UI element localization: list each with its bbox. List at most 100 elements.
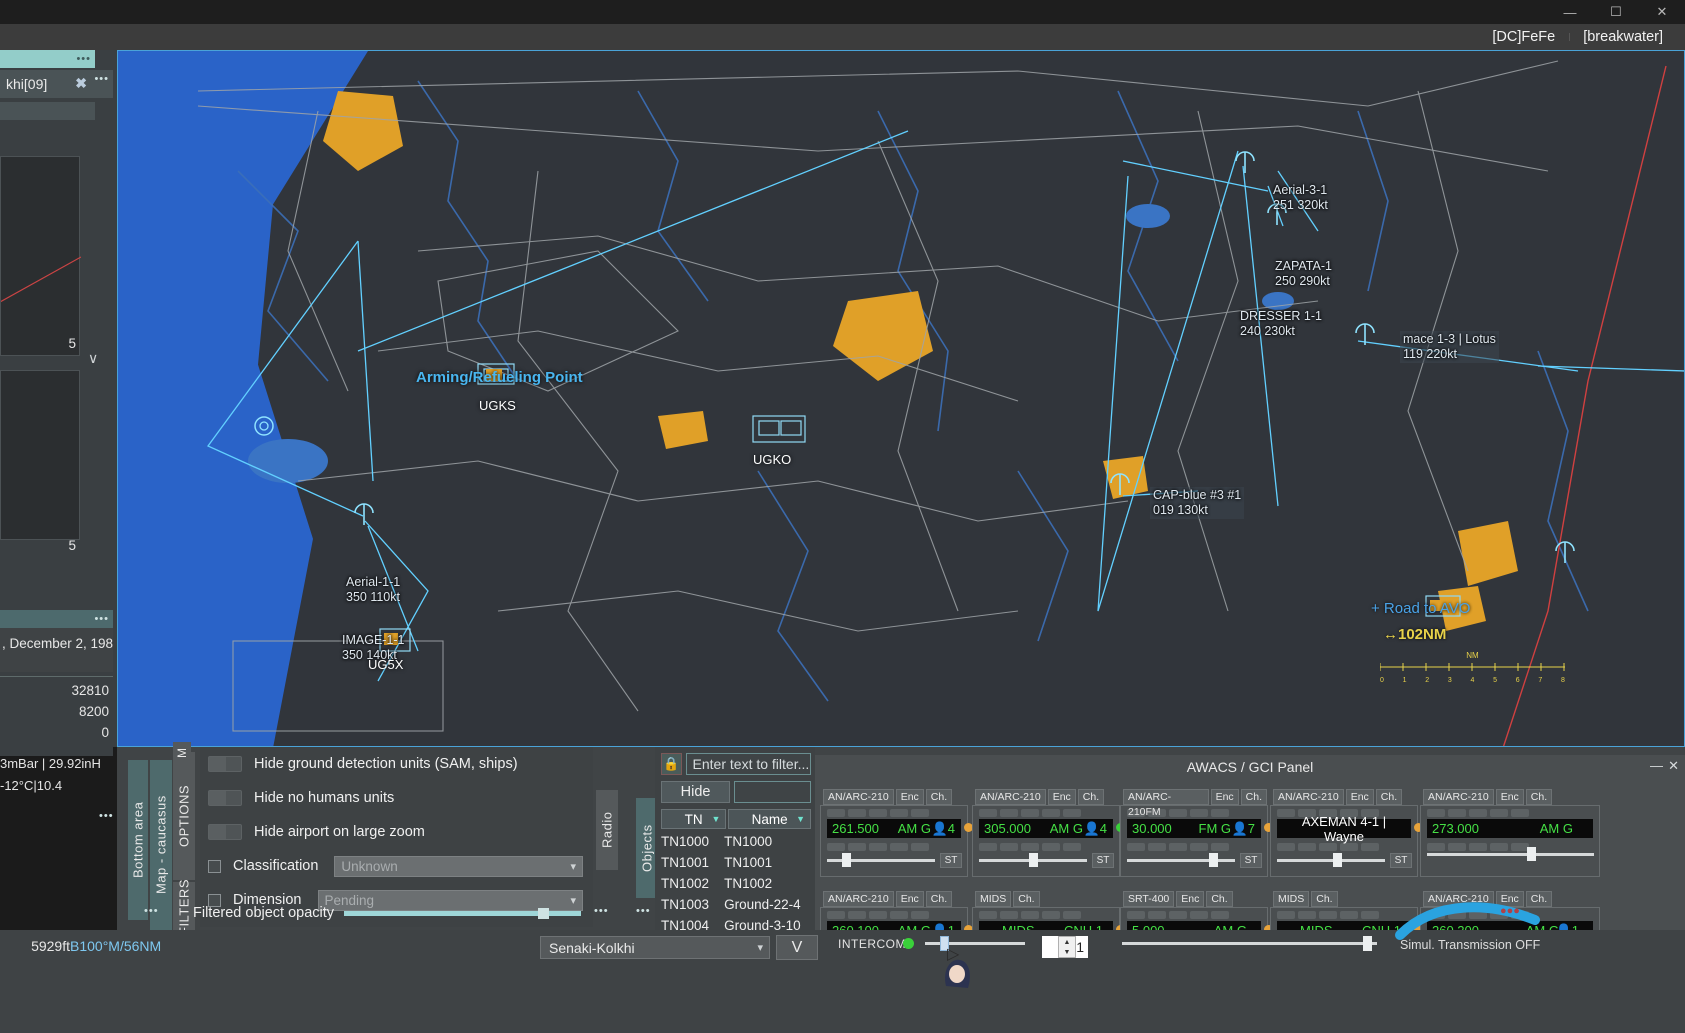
radio-buttons-4[interactable]: [1421, 806, 1599, 817]
column-header-tn[interactable]: TN ▼: [661, 809, 726, 829]
panel-menu-dots-5[interactable]: •••: [594, 905, 609, 917]
radio-buttons-5[interactable]: [821, 908, 967, 919]
toggle-row-hide-airport[interactable]: Hide airport on large zoom: [200, 815, 593, 849]
toggle-hide-airport[interactable]: [208, 824, 242, 840]
radio-enc-1[interactable]: Enc: [1048, 789, 1076, 805]
airfield-dropdown[interactable]: Senaki-Kolkhi: [540, 936, 770, 959]
radio-st-button-0[interactable]: ST: [940, 853, 962, 868]
master-volume-knob[interactable]: [1363, 936, 1372, 951]
sort-arrow-icon[interactable]: ▼: [711, 814, 720, 824]
radio-buttons-4b[interactable]: [1421, 840, 1599, 851]
radio-unit-3[interactable]: AN/ARC-210 Enc Ch. AXEMAN 4-1 | Wayne ST: [1270, 805, 1418, 877]
radio-buttons-0[interactable]: [821, 806, 967, 817]
radio-st-button-1[interactable]: ST: [1092, 853, 1114, 868]
radio-ch-5[interactable]: Ch.: [926, 891, 952, 907]
panel-menu-dots-4[interactable]: •••: [144, 905, 159, 917]
vtab-radio[interactable]: Radio: [596, 790, 618, 870]
toggle-row-hide-no-humans[interactable]: Hide no humans units: [200, 781, 593, 815]
radio-st-button-2[interactable]: ST: [1240, 853, 1262, 868]
radio-ch-8[interactable]: Ch.: [1311, 891, 1337, 907]
radio-enc-5[interactable]: Enc: [896, 891, 924, 907]
panel-menu-dots-7[interactable]: •••: [99, 810, 114, 822]
objects-hide-button[interactable]: Hide: [661, 781, 730, 803]
player-entry-0[interactable]: [DC]FeFe: [1478, 29, 1569, 45]
radio-ch-7[interactable]: Ch.: [1206, 891, 1232, 907]
close-icon[interactable]: ✕: [1639, 0, 1685, 24]
radio-volume-slider-0[interactable]: [827, 859, 935, 862]
vtab-m[interactable]: M: [173, 742, 191, 764]
radio-unit-1[interactable]: AN/ARC-210 Enc Ch. 305.000 AM G 👤4 ST: [972, 805, 1120, 877]
radio-volume-row-4[interactable]: [1421, 851, 1599, 856]
radio-volume-slider-3[interactable]: [1277, 859, 1385, 862]
radio-buttons-6[interactable]: [973, 908, 1119, 919]
radio-buttons-0b[interactable]: [821, 840, 967, 851]
lock-icon[interactable]: 🔒: [661, 753, 682, 775]
radio-buttons-7[interactable]: [1121, 908, 1267, 919]
chevron-down-icon[interactable]: ∨: [88, 350, 98, 367]
toggle-hide-ground-units[interactable]: [208, 756, 242, 772]
watermark-text: ●●●: [1500, 905, 1520, 917]
objects-secondary-input[interactable]: [734, 781, 811, 803]
objects-filter-input[interactable]: Enter text to filter...: [686, 753, 811, 775]
radio-volume-slider-1[interactable]: [979, 859, 1087, 862]
tactical-map[interactable]: Aerial-3-1 251 320kt ZAPATA-1 250 290kt …: [117, 50, 1685, 747]
close-icon-tab[interactable]: ✖: [75, 75, 87, 92]
panel-menu-dots-6[interactable]: •••: [636, 905, 651, 917]
radio-ch-1[interactable]: Ch.: [1078, 789, 1104, 805]
vtab-filters[interactable]: FILTERS: [173, 882, 195, 932]
table-row[interactable]: TN1000 TN1000: [661, 831, 811, 852]
table-row[interactable]: TN1001 TN1001: [661, 852, 811, 873]
classification-checkbox[interactable]: [208, 860, 221, 873]
minimize-icon[interactable]: —: [1547, 0, 1593, 24]
spinner-up-icon[interactable]: ▲: [1064, 939, 1071, 946]
radio-enc-4[interactable]: Enc: [1496, 789, 1524, 805]
radio-ch-0[interactable]: Ch.: [926, 789, 952, 805]
radio-ch-3[interactable]: Ch.: [1376, 789, 1402, 805]
maximize-icon[interactable]: ☐: [1593, 0, 1639, 24]
radio-volume-row-2[interactable]: ST: [1121, 851, 1267, 868]
radio-volume-slider-2[interactable]: [1127, 859, 1235, 862]
toggle-row-hide-ground[interactable]: Hide ground detection units (SAM, ships): [200, 747, 593, 781]
radio-unit-0[interactable]: AN/ARC-210 Enc Ch. 261.500 AM G 👤4 ST: [820, 805, 968, 877]
player-entry-1[interactable]: [breakwater]: [1569, 29, 1677, 45]
intercom-spinner[interactable]: ▲ ▼: [1058, 936, 1076, 958]
table-row[interactable]: TN1002 TN1002: [661, 873, 811, 894]
radio-unit-2[interactable]: AN/ARC-210FM Enc Ch. 30.000 FM G 👤7 ST: [1120, 805, 1268, 877]
radio-volume-row-1[interactable]: ST: [973, 851, 1119, 868]
panel-menu-dots-2[interactable]: •••: [94, 73, 109, 85]
panel-menu-dots-1[interactable]: •••: [76, 53, 91, 65]
classification-dropdown[interactable]: Unknown: [334, 856, 583, 877]
opacity-slider-knob[interactable]: [538, 908, 549, 919]
classification-row[interactable]: Classification Unknown: [200, 849, 593, 883]
radio-volume-row-0[interactable]: ST: [821, 851, 967, 868]
radio-volume-row-3[interactable]: ST: [1271, 851, 1417, 868]
radio-buttons-1b[interactable]: [973, 840, 1119, 851]
radio-enc-7[interactable]: Enc: [1176, 891, 1204, 907]
left-panel-tab[interactable]: khi[09] ✖ •••: [0, 70, 113, 98]
radio-enc-3[interactable]: Enc: [1346, 789, 1374, 805]
spinner-down-icon[interactable]: ▼: [1064, 949, 1071, 956]
radio-enc-2[interactable]: Enc: [1211, 789, 1239, 805]
radio-unit-4[interactable]: AN/ARC-210 Enc Ch. 273.000 AM G: [1420, 805, 1600, 877]
master-volume-track[interactable]: [1122, 942, 1377, 945]
minimize-icon-panel[interactable]: —: [1650, 758, 1663, 773]
cell-tn-2: TN1002: [661, 873, 720, 894]
radio-buttons-2b[interactable]: [1121, 840, 1267, 851]
toggle-hide-no-humans[interactable]: [208, 790, 242, 806]
radio-volume-slider-4[interactable]: [1427, 853, 1594, 856]
radio-ch-6[interactable]: Ch.: [1013, 891, 1039, 907]
radio-buttons-1[interactable]: [973, 806, 1119, 817]
radio-st-button-3[interactable]: ST: [1390, 853, 1412, 868]
table-row[interactable]: TN1003 Ground-22-4: [661, 894, 811, 915]
radio-ch-2[interactable]: Ch.: [1241, 789, 1267, 805]
sort-arrow-icon-2[interactable]: ▼: [796, 814, 805, 824]
radio-ch-4[interactable]: Ch.: [1526, 789, 1552, 805]
opacity-row[interactable]: Filtered object opacity: [193, 905, 593, 921]
panel-menu-dots-3[interactable]: •••: [94, 613, 109, 625]
close-icon-panel[interactable]: ✕: [1668, 758, 1679, 774]
radio-enc-0[interactable]: Enc: [896, 789, 924, 805]
v-button[interactable]: V: [776, 935, 818, 960]
vtab-bottom-area[interactable]: Bottom area: [128, 760, 148, 920]
vtab-options[interactable]: OPTIONS: [173, 752, 195, 880]
column-header-name[interactable]: Name ▼: [728, 809, 811, 829]
